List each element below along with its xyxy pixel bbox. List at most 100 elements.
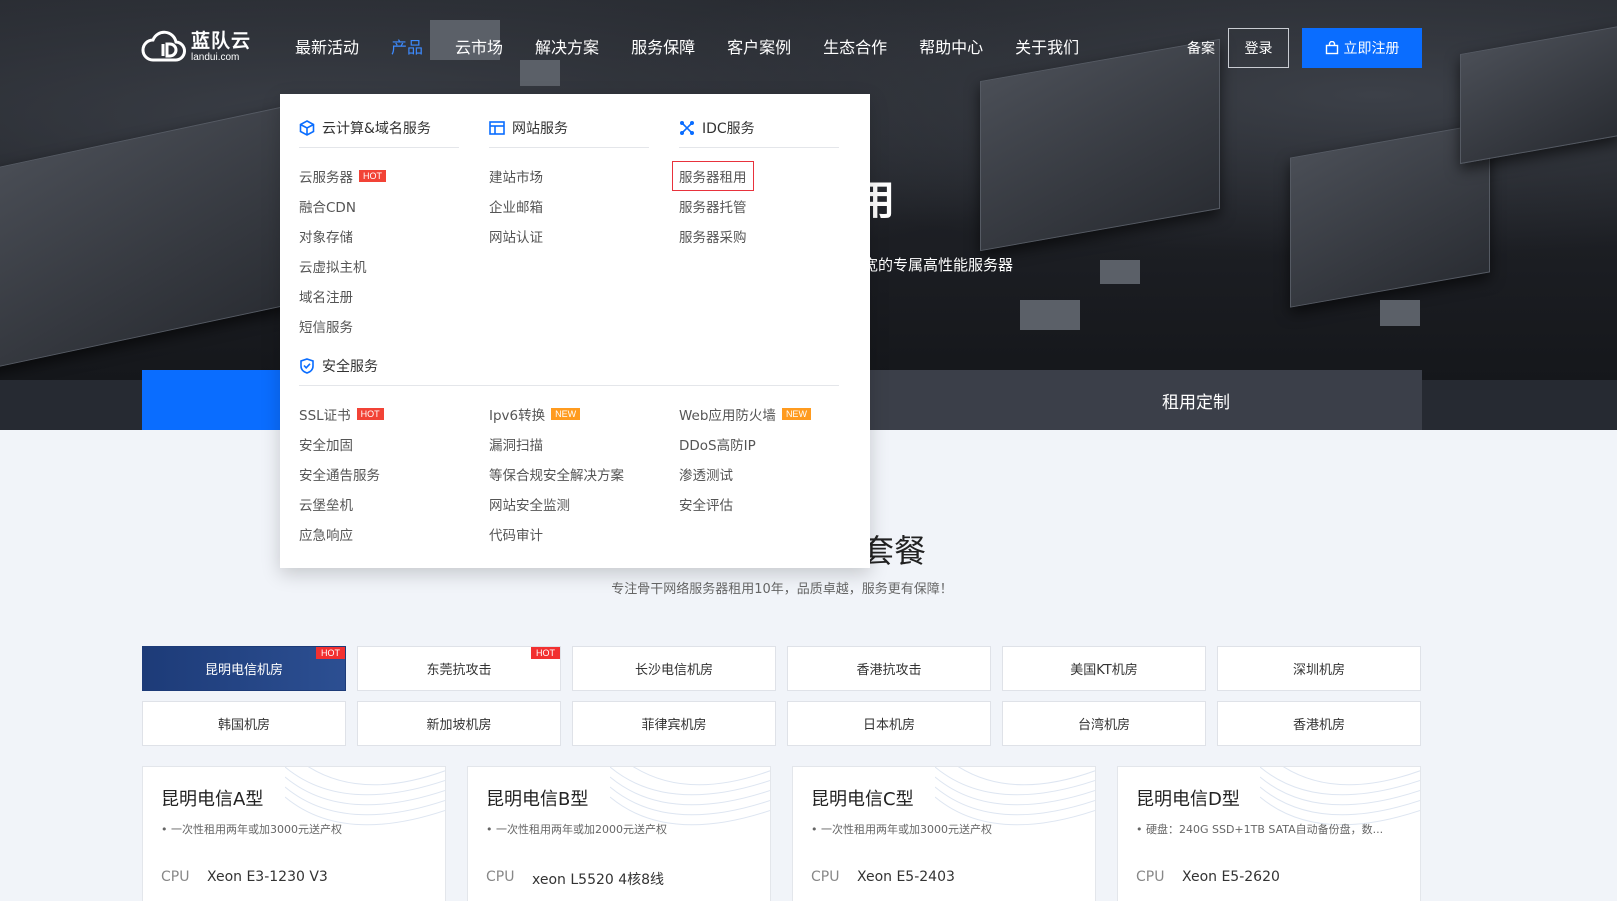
divider xyxy=(489,147,649,148)
room-label: 韩国机房 xyxy=(217,718,270,733)
category-idc: IDC服务 xyxy=(679,118,755,138)
category-label: IDC服务 xyxy=(702,121,755,137)
menu-item-domain[interactable]: 域名注册 xyxy=(299,286,353,306)
plan-card[interactable]: 昆明电信D型 • 硬盘：240G SSD+1TB SATA自动备份盘，数... … xyxy=(1117,766,1421,901)
room-tab-korea[interactable]: 韩国机房 xyxy=(142,701,346,746)
hero-component xyxy=(1100,260,1140,284)
room-tab-hongkong[interactable]: 香港机房 xyxy=(1217,701,1421,746)
room-tab-taiwan[interactable]: 台湾机房 xyxy=(1002,701,1206,746)
hero-subtitle: 宽的专属高性能服务器 xyxy=(863,256,1014,274)
nav-item-solutions[interactable]: 解决方案 xyxy=(535,36,599,60)
room-tab-singapore[interactable]: 新加坡机房 xyxy=(357,701,561,746)
menu-item-bastion[interactable]: 云堡垒机 xyxy=(299,494,353,514)
datacenter-grid: 昆明电信机房 HOT 东莞抗攻击 HOT 长沙电信机房 香港抗攻击 美国KT机房 深… xyxy=(142,646,1422,746)
menu-item-security-assessment[interactable]: 安全评估 xyxy=(679,494,733,514)
spec-label: CPU xyxy=(811,869,840,885)
new-badge: NEW xyxy=(551,408,581,420)
menu-item-security-notice[interactable]: 安全通告服务 xyxy=(299,464,380,484)
category-cloud: 云计算&域名服务 xyxy=(299,118,431,138)
menu-item-pentest[interactable]: 渗透测试 xyxy=(679,464,733,484)
nav-item-activities[interactable]: 最新活动 xyxy=(295,36,359,60)
divider xyxy=(299,147,459,148)
category-label: 网站服务 xyxy=(512,121,568,137)
spec-label: CPU xyxy=(161,869,190,885)
network-icon xyxy=(680,121,694,135)
room-label: 长沙电信机房 xyxy=(634,663,713,678)
room-tab-japan[interactable]: 日本机房 xyxy=(787,701,991,746)
plan-note: • 一次性租用两年或加2000元送产权 xyxy=(486,823,667,836)
hero-chip xyxy=(0,104,290,376)
tab-custom-rental[interactable]: 租用定制 xyxy=(870,370,1422,430)
room-label: 台湾机房 xyxy=(1077,718,1130,733)
register-button[interactable]: 立即注册 xyxy=(1302,28,1422,68)
menu-item-vuln-scan[interactable]: 漏洞扫描 xyxy=(489,434,543,454)
menu-item-enterprise-mail[interactable]: 企业邮箱 xyxy=(489,196,543,216)
room-tab-philippines[interactable]: 菲律宾机房 xyxy=(572,701,776,746)
menu-item-ddos-ip[interactable]: DDoS高防IP xyxy=(679,434,756,454)
spec-label: CPU xyxy=(1136,869,1165,885)
room-label: 深圳机房 xyxy=(1292,663,1345,678)
menu-item-code-audit[interactable]: 代码审计 xyxy=(489,524,543,544)
menu-item-incident-response[interactable]: 应急响应 xyxy=(299,524,353,544)
plan-title: 昆明电信D型 xyxy=(1136,789,1240,810)
room-tab-hk-ddos[interactable]: 香港抗攻击 xyxy=(787,646,991,691)
login-button[interactable]: 登录 xyxy=(1228,28,1289,68)
nav-item-partners[interactable]: 生态合作 xyxy=(823,36,887,60)
nav-item-service-guarantee[interactable]: 服务保障 xyxy=(631,36,695,60)
menu-item-object-storage[interactable]: 对象存储 xyxy=(299,226,353,246)
nav-item-cloud-market[interactable]: 云市场 xyxy=(455,36,503,60)
menu-item-site-cert[interactable]: 网站认证 xyxy=(489,226,543,246)
brand-domain: landui.com xyxy=(191,51,240,63)
room-label: 新加坡机房 xyxy=(426,718,492,733)
category-security: 安全服务 xyxy=(299,356,378,376)
main-nav: 最新活动 产品 云市场 解决方案 服务保障 客户案例 生态合作 帮助中心 关于我… xyxy=(295,36,1111,60)
menu-item-virtual-host[interactable]: 云虚拟主机 xyxy=(299,256,367,276)
spec-value: Xeon E5-2403 xyxy=(857,869,955,885)
nav-item-about[interactable]: 关于我们 xyxy=(1015,36,1079,60)
room-label: 香港机房 xyxy=(1292,718,1345,733)
menu-item-ipv6[interactable]: Ipv6转换 NEW xyxy=(489,404,581,424)
nav-item-cases[interactable]: 客户案例 xyxy=(727,36,791,60)
logo[interactable]: 蓝队云 landui.com xyxy=(141,30,251,64)
room-tab-changsha[interactable]: 长沙电信机房 xyxy=(572,646,776,691)
plan-card[interactable]: 昆明电信C型 • 一次性租用两年或加3000元送产权 CPU Xeon E5-24… xyxy=(792,766,1096,901)
plan-title: 昆明电信B型 xyxy=(486,789,589,810)
menu-item-server-purchase[interactable]: 服务器采购 xyxy=(679,226,747,246)
room-label: 香港抗攻击 xyxy=(856,663,922,678)
room-tab-shenzhen[interactable]: 深圳机房 xyxy=(1217,646,1421,691)
room-label: 日本机房 xyxy=(862,718,915,733)
menu-item-hardening[interactable]: 安全加固 xyxy=(299,434,353,454)
menu-item-waf[interactable]: Web应用防火墙 NEW xyxy=(679,404,811,424)
room-tab-dongguan[interactable]: 东莞抗攻击 HOT xyxy=(357,646,561,691)
menu-item-server-hosting[interactable]: 服务器托管 xyxy=(679,196,747,216)
menu-item-compliance[interactable]: 等保合规安全解决方案 xyxy=(489,464,624,484)
plan-cards: 昆明电信A型 • 一次性租用两年或加3000元送产权 CPU Xeon E3-12… xyxy=(142,766,1422,901)
beian-link[interactable]: 备案 xyxy=(1187,38,1215,58)
menu-item-cloud-server[interactable]: 云服务器 HOT xyxy=(299,166,386,186)
room-label: 菲律宾机房 xyxy=(641,718,707,733)
spec-value: xeon L5520 4核8线 xyxy=(532,872,665,888)
brand-name: 蓝队云 xyxy=(191,29,252,52)
menu-item-site-market[interactable]: 建站市场 xyxy=(489,166,543,186)
plan-card[interactable]: 昆明电信B型 • 一次性租用两年或加2000元送产权 CPU xeon L5520… xyxy=(467,766,771,901)
room-tab-kunming[interactable]: 昆明电信机房 HOT xyxy=(142,646,346,691)
plan-card[interactable]: 昆明电信A型 • 一次性租用两年或加3000元送产权 CPU Xeon E3-12… xyxy=(142,766,446,901)
nav-item-products[interactable]: 产品 xyxy=(391,36,423,60)
new-badge: NEW xyxy=(781,408,811,420)
menu-item-site-monitor[interactable]: 网站安全监测 xyxy=(489,494,570,514)
cube-icon xyxy=(299,120,315,136)
plan-title: 昆明电信A型 xyxy=(161,789,264,810)
room-label: 昆明电信机房 xyxy=(204,663,283,678)
menu-item-ssl[interactable]: SSL证书 HOT xyxy=(299,404,384,424)
plan-note: • 硬盘：240G SSD+1TB SATA自动备份盘，数... xyxy=(1136,823,1384,836)
hero-component xyxy=(1020,300,1080,330)
plan-note: • 一次性租用两年或加3000元送产权 xyxy=(161,823,342,836)
hero-component xyxy=(1380,300,1420,326)
hero-chip xyxy=(1460,25,1617,165)
room-tab-us-kt[interactable]: 美国KT机房 xyxy=(1002,646,1206,691)
plan-note: • 一次性租用两年或加3000元送产权 xyxy=(811,823,992,836)
nav-item-help[interactable]: 帮助中心 xyxy=(919,36,983,60)
menu-item-sms[interactable]: 短信服务 xyxy=(299,316,353,336)
menu-item-cdn[interactable]: 融合CDN xyxy=(299,196,356,216)
menu-item-server-rental[interactable]: 服务器租用 xyxy=(672,161,754,191)
